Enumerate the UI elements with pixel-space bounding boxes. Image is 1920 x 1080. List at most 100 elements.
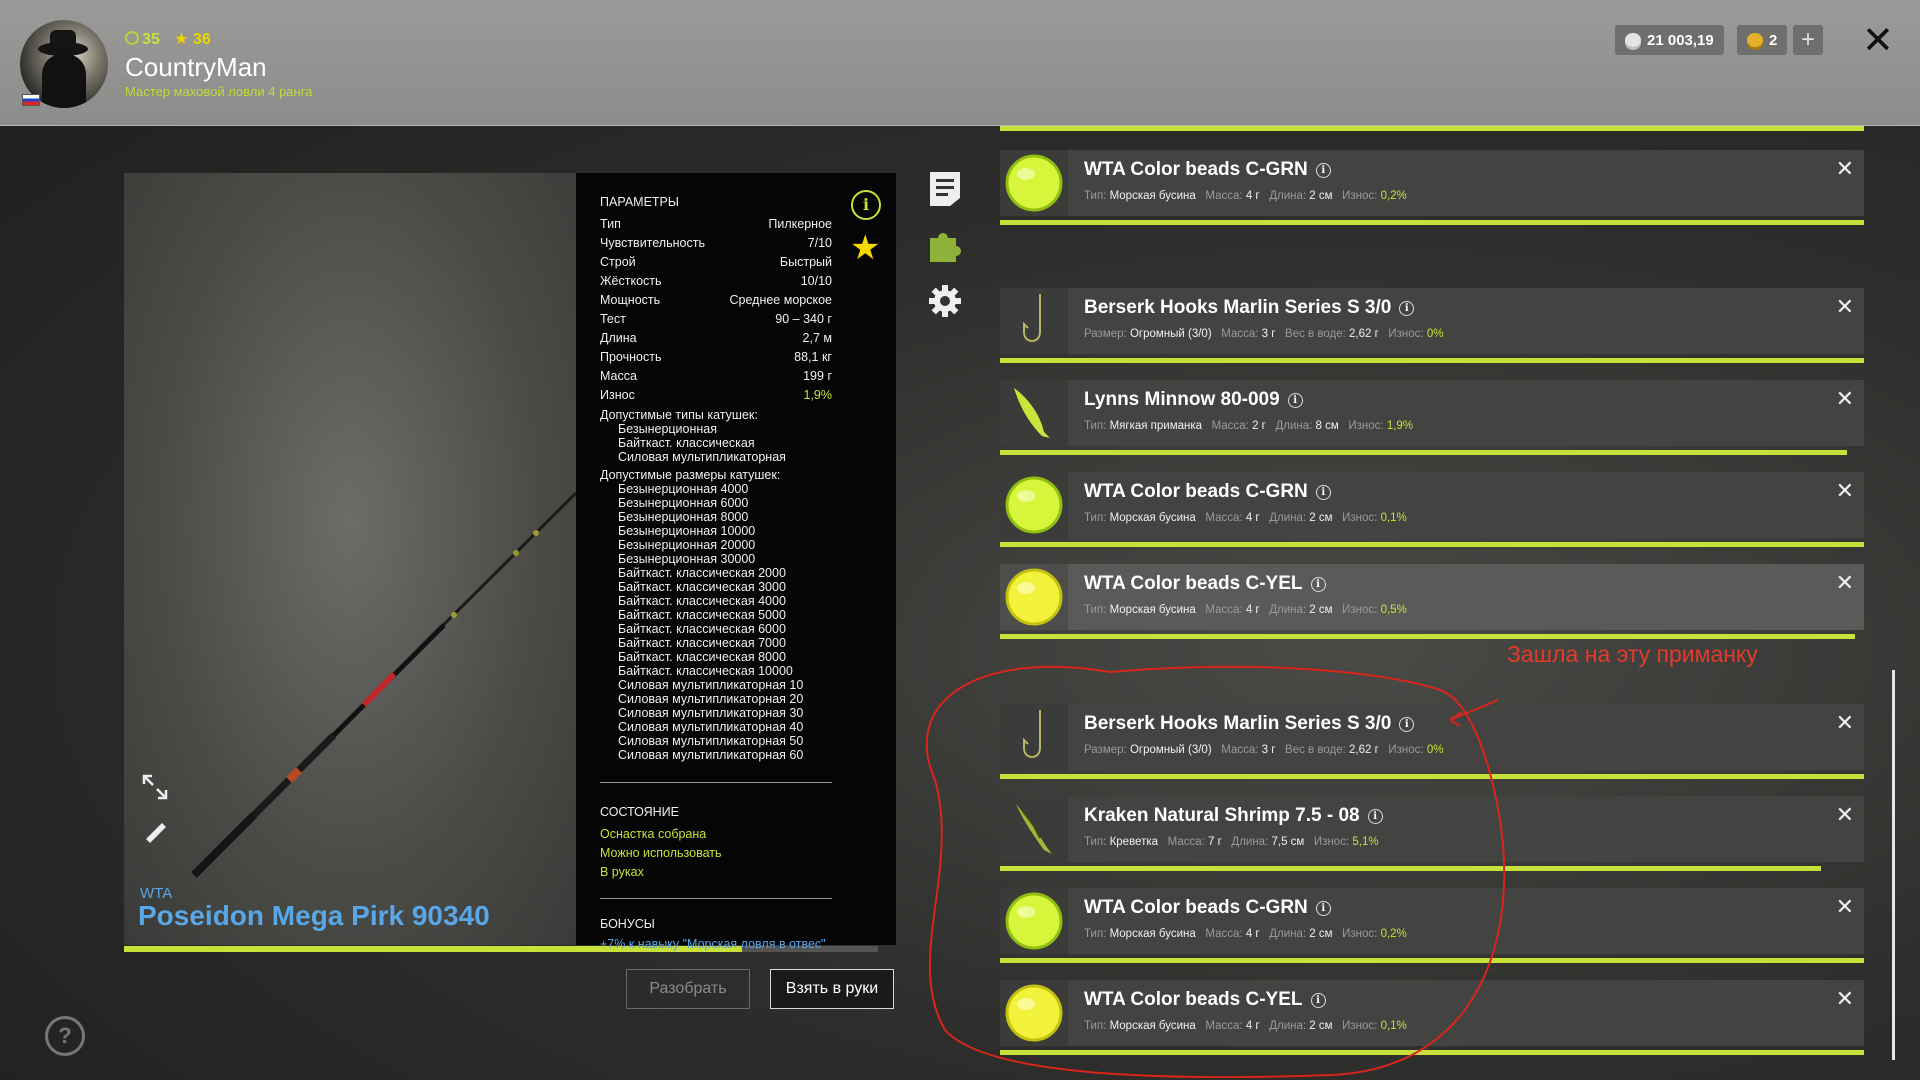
remove-item-icon[interactable]: ✕ — [1836, 894, 1854, 920]
item-name: WTA Color beads C-YEL — [1084, 989, 1303, 1010]
item-info-icon[interactable]: i — [1315, 163, 1331, 178]
add-currency-button[interactable]: + — [1793, 25, 1823, 55]
remove-item-icon[interactable]: ✕ — [1836, 156, 1854, 182]
edit-pen-icon[interactable] — [140, 815, 170, 845]
scrollbar[interactable] — [1892, 670, 1895, 1060]
reel-size-item: Байткаст. классическая 6000 — [618, 622, 786, 636]
item-title: Berserk Hooks Marlin Series S 3/0 i — [1084, 713, 1415, 735]
item-description: Тип: Морская бусина Масса: 4 г Длина: 2 … — [1084, 604, 1407, 616]
item-wear-label: Износ: — [1388, 744, 1424, 756]
reel-size-item: Байткаст. классическая 8000 — [618, 650, 786, 664]
param-value: 88,1 кг — [794, 350, 832, 364]
tackle-item[interactable]: Kraken Natural Shrimp 7.5 - 08 i Тип: Крев… — [1000, 796, 1864, 871]
item-info-icon[interactable]: i — [1399, 717, 1415, 732]
tackle-item[interactable]: Berserk Hooks Marlin Series S 3/0 i Размер… — [1000, 288, 1864, 363]
remove-item-icon[interactable]: ✕ — [1836, 986, 1854, 1012]
green-bead-icon — [1000, 888, 1068, 954]
gold-coin-icon — [1747, 33, 1763, 47]
item-info-icon[interactable]: i — [1315, 901, 1331, 916]
item-field-label: Масса: — [1205, 190, 1243, 202]
avatar-head — [50, 30, 76, 50]
item-info-icon[interactable]: i — [1310, 993, 1326, 1008]
expand-icon[interactable] — [140, 772, 170, 802]
param-value: 2,7 м — [802, 331, 832, 345]
item-wear-bar — [1000, 634, 1856, 639]
puzzle-icon[interactable] — [928, 226, 962, 264]
item-field-value: 4 г — [1245, 512, 1260, 524]
item-field-value: 2 см — [1309, 512, 1333, 524]
annotation-text: Зашла на эту приманку — [1507, 641, 1758, 667]
help-icon[interactable]: ? — [45, 1016, 85, 1056]
item-wear-value: 0,2% — [1380, 928, 1407, 940]
silver-value: 21 003,19 — [1647, 31, 1714, 49]
green-bead-icon — [1000, 472, 1068, 538]
reel-size-item: Безынерционная 10000 — [618, 524, 756, 538]
item-field-label: Длина: — [1269, 512, 1307, 524]
item-wear-bar — [1000, 542, 1864, 547]
param-value: 90 – 340 г — [775, 312, 832, 326]
item-wear-bar — [1000, 220, 1864, 225]
remove-item-icon[interactable]: ✕ — [1836, 570, 1854, 596]
item-field-label: Размер: — [1084, 744, 1127, 756]
params-title: ПАРАМЕТРЫ — [600, 195, 679, 209]
remove-item-icon[interactable]: ✕ — [1836, 294, 1854, 320]
level-icon — [125, 31, 139, 45]
item-wear-value: 0,2% — [1380, 190, 1407, 202]
param-value: Быстрый — [779, 255, 832, 269]
item-name: Berserk Hooks Marlin Series S 3/0 — [1084, 713, 1392, 734]
param-value: 1,9% — [803, 388, 833, 402]
remove-item-icon[interactable]: ✕ — [1836, 710, 1854, 736]
item-field-label: Тип: — [1084, 604, 1107, 616]
tackle-item[interactable]: WTA Color beads C-YEL i Тип: Морская бусин… — [1000, 980, 1864, 1055]
item-wear-label: Износ: — [1388, 328, 1424, 340]
item-field-value: Мягкая приманка — [1109, 420, 1203, 432]
item-field-value: 2 см — [1309, 190, 1333, 202]
item-title: Kraken Natural Shrimp 7.5 - 08 i — [1084, 805, 1383, 827]
item-field-value: 3 г — [1261, 328, 1276, 340]
remove-item-icon[interactable]: ✕ — [1836, 802, 1854, 828]
tackle-item[interactable]: Berserk Hooks Marlin Series S 3/0 i Размер… — [1000, 704, 1864, 779]
gear-icon[interactable] — [928, 282, 962, 320]
bonus-text: +7% к навыку "Морская ловля в отвес" — [600, 937, 826, 951]
item-name: Kraken Natural Shrimp 7.5 - 08 — [1084, 805, 1360, 826]
item-field-label: Масса: — [1211, 420, 1249, 432]
tackle-item[interactable]: Lynns Minnow 80-009 i Тип: Мягкая приманка… — [1000, 380, 1864, 455]
item-name: WTA Color beads C-GRN — [1084, 481, 1308, 502]
item-info-icon[interactable]: i — [1310, 577, 1326, 592]
notes-icon[interactable] — [928, 170, 962, 208]
param-value: 199 г — [803, 369, 832, 383]
tackle-item[interactable]: WTA Color beads C-YEL i Тип: Морская бусин… — [1000, 564, 1864, 639]
remove-item-icon[interactable]: ✕ — [1836, 478, 1854, 504]
rod-name: Poseidon Mega Pirk 90340 — [138, 900, 490, 931]
item-field-label: Вес в воде: — [1285, 744, 1346, 756]
silver-balance[interactable]: 21 003,19 — [1615, 25, 1724, 55]
item-title: WTA Color beads C-YEL i — [1084, 989, 1326, 1011]
item-info-icon[interactable]: i — [1287, 393, 1303, 408]
item-wear-bar — [1000, 774, 1864, 779]
gold-balance[interactable]: 2 — [1737, 25, 1788, 55]
item-info-icon[interactable]: i — [1367, 809, 1383, 824]
disassemble-button[interactable]: Разобрать — [626, 969, 750, 1009]
tackle-item[interactable]: WTA Color beads C-GRN i Тип: Морская бусин… — [1000, 888, 1864, 963]
item-name: WTA Color beads C-YEL — [1084, 573, 1303, 594]
item-info-icon[interactable]: i — [1315, 485, 1331, 500]
tackle-item[interactable]: WTA Color beads C-GRN i Тип: Морская бусин… — [1000, 150, 1864, 225]
item-wear-bar — [1000, 450, 1847, 455]
state-item: В руках — [600, 865, 644, 879]
info-icon[interactable]: i — [851, 190, 881, 220]
item-info-icon[interactable]: i — [1399, 301, 1415, 316]
item-name: WTA Color beads C-GRN — [1084, 159, 1308, 180]
reel-sizes-label: Допустимые размеры катушек: — [600, 468, 781, 482]
item-field-label: Масса: — [1205, 512, 1243, 524]
tackle-item[interactable]: WTA Color beads C-GRN i Тип: Морская бусин… — [1000, 472, 1864, 547]
param-row: Масса 199 г — [600, 367, 832, 386]
divider — [600, 782, 832, 783]
level-value: 35 — [142, 31, 160, 48]
remove-item-icon[interactable]: ✕ — [1836, 386, 1854, 412]
take-in-hands-button[interactable]: Взять в руки — [770, 969, 894, 1009]
item-field-value: Огромный (3/0) — [1129, 744, 1212, 756]
close-icon[interactable]: ✕ — [1862, 18, 1894, 63]
reel-size-item: Силовая мультипликаторная 20 — [618, 692, 804, 706]
item-field-label: Тип: — [1084, 836, 1107, 848]
favorite-star-icon[interactable]: ★ — [850, 228, 880, 268]
